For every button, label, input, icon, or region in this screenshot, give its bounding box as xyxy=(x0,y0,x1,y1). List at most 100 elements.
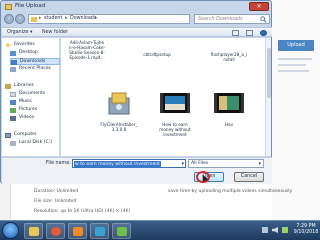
dialog-title: File Upload xyxy=(15,3,46,9)
nav-label: Recent Places xyxy=(19,66,51,71)
dialog-footer: File name: w to earn money without inves… xyxy=(2,157,272,184)
chevron-down-icon[interactable]: ▾ xyxy=(258,161,261,167)
file-caption: FlyClientInstaller_ 3.3.0.6 xyxy=(100,122,138,132)
new-folder-button[interactable]: New folder xyxy=(42,30,68,35)
clock-date: 9/10/2018 xyxy=(293,230,319,235)
breadcrumb-student[interactable]: student xyxy=(44,16,62,21)
nav-label: Local Disk (C:) xyxy=(19,140,53,145)
cancel-button[interactable]: Cancel xyxy=(234,172,264,182)
tip-text: save time by uploading multiple videos s… xyxy=(168,189,293,194)
organize-button[interactable]: Organize ▾ xyxy=(7,30,32,35)
start-button[interactable] xyxy=(2,222,19,239)
nav-computer[interactable]: Computer xyxy=(5,132,59,139)
search-box[interactable]: Search Downloads xyxy=(194,14,270,24)
star-icon xyxy=(5,42,11,48)
file-caption: cbtcdtpsetup xyxy=(143,52,171,57)
clock[interactable]: 7:29 PM 9/10/2018 xyxy=(293,224,319,236)
preview-pane-icon[interactable] xyxy=(246,29,253,36)
music-icon xyxy=(10,99,16,105)
duration-text: Duration: Unlimited xyxy=(34,189,79,194)
view-options-icon[interactable] xyxy=(232,29,239,36)
volume-icon[interactable] xyxy=(272,227,278,233)
close-button[interactable]: ✕ xyxy=(249,2,269,11)
computer-icon xyxy=(5,132,11,138)
crumb-separator-icon[interactable]: ▸ xyxy=(39,16,41,21)
nav-videos[interactable]: Videos xyxy=(10,115,60,122)
videos-icon xyxy=(10,115,16,121)
file-type-value: All Files xyxy=(191,161,209,166)
back-button[interactable]: ‹ xyxy=(4,14,14,24)
nav-libraries[interactable]: Libraries xyxy=(5,83,59,90)
chevron-down-icon[interactable]: ▾ xyxy=(181,161,184,167)
nav-recent-places[interactable]: Recent Places xyxy=(10,66,60,73)
app-icon xyxy=(95,227,105,236)
recent-places-icon xyxy=(10,66,16,72)
app-icon xyxy=(117,227,127,236)
text-placeholder-line xyxy=(278,64,306,66)
folder-icon xyxy=(5,4,12,10)
file-item[interactable]: flashplayer28_a_i nstall xyxy=(207,40,251,80)
nav-desktop[interactable]: Desktop xyxy=(10,50,60,57)
taskbar-media[interactable] xyxy=(68,223,87,239)
crumb-separator-icon[interactable]: ▸ xyxy=(95,16,97,21)
text-placeholder-line xyxy=(278,70,309,72)
crumb-separator-icon[interactable]: ▸ xyxy=(65,16,67,21)
drive-icon xyxy=(10,140,16,146)
video-file-icon xyxy=(214,93,244,113)
upload-button[interactable]: Upload xyxy=(278,40,314,51)
browser-right-panel xyxy=(272,0,320,220)
browser-icon xyxy=(51,227,61,236)
battery-icon[interactable] xyxy=(282,227,288,233)
nav-pictures[interactable]: Pictures xyxy=(10,107,60,114)
video-file-icon xyxy=(160,93,190,113)
network-icon[interactable] xyxy=(262,227,268,233)
nav-label: Videos xyxy=(19,115,35,120)
file-type-select[interactable]: All Files ▾ xyxy=(188,159,264,168)
media-player-icon xyxy=(73,227,83,236)
file-caption: flashplayer28_a_i nstall xyxy=(210,52,248,62)
nav-label: Downloads xyxy=(20,59,46,64)
address-row: ‹ › ▸ student ▸ Downloads ▸ ⟳ Search Dow… xyxy=(4,14,270,25)
scrollbar[interactable] xyxy=(265,38,271,156)
nav-documents[interactable]: Documents xyxy=(10,91,60,98)
breadcrumb-downloads[interactable]: Downloads xyxy=(70,16,96,21)
file-caption: Hav xyxy=(224,122,234,127)
nav-downloads[interactable]: Downloads xyxy=(10,58,60,65)
nav-favorites[interactable]: Favorites xyxy=(5,42,59,49)
downloads-icon xyxy=(11,59,17,65)
text-placeholder-line xyxy=(278,58,312,60)
file-upload-dialog: File Upload ✕ ‹ › ▸ student ▸ Downloads … xyxy=(0,0,272,184)
address-bar[interactable]: ▸ student ▸ Downloads ▸ ⟳ xyxy=(28,14,211,24)
installer-icon xyxy=(108,92,130,115)
file-item[interactable]: Adil-Aslam-Tujhe n-e-Hasam-Coke- Studio-… xyxy=(65,40,109,80)
file-item[interactable]: cbtcdtpsetup xyxy=(135,40,179,80)
file-name-input[interactable]: w to earn money without investment ▾ xyxy=(72,159,186,168)
taskbar-browser[interactable] xyxy=(46,223,65,239)
nav-local-disk[interactable]: Local Disk (C:) xyxy=(10,140,60,147)
taskbar-app[interactable] xyxy=(90,223,109,239)
taskbar-app[interactable] xyxy=(112,223,131,239)
folder-icon xyxy=(31,17,37,22)
file-item[interactable]: FlyClientInstaller_ 3.3.0.6 xyxy=(97,86,141,146)
file-caption: How to earn money without investment xyxy=(159,122,191,137)
scroll-thumb[interactable] xyxy=(267,48,271,98)
help-icon[interactable] xyxy=(260,29,267,36)
search-icon[interactable] xyxy=(260,16,267,23)
resolution-text: Resolution: up to 1K (Ultra HD) (4K) × (… xyxy=(34,209,131,214)
file-size-text: File size: Unlimited xyxy=(34,199,77,204)
libraries-icon xyxy=(5,83,11,89)
file-item[interactable]: Hav xyxy=(207,86,251,146)
forward-button[interactable]: › xyxy=(15,14,25,24)
title-bar[interactable]: File Upload ✕ xyxy=(1,1,271,13)
documents-icon xyxy=(10,91,16,97)
desktop-icon xyxy=(10,50,16,56)
file-name-label: File name: xyxy=(46,161,71,166)
folder-icon xyxy=(29,227,39,236)
nav-label: Desktop xyxy=(19,50,38,55)
taskbar-explorer[interactable] xyxy=(24,223,43,239)
nav-music[interactable]: Music xyxy=(10,99,60,106)
nav-label: Computer xyxy=(14,132,37,137)
file-caption: Adil-Aslam-Tujhe n-e-Hasam-Coke- Studio-… xyxy=(68,40,106,60)
file-name-value[interactable]: w to earn money without investment xyxy=(74,160,161,168)
file-item[interactable]: How to earn money without investment xyxy=(153,86,197,146)
